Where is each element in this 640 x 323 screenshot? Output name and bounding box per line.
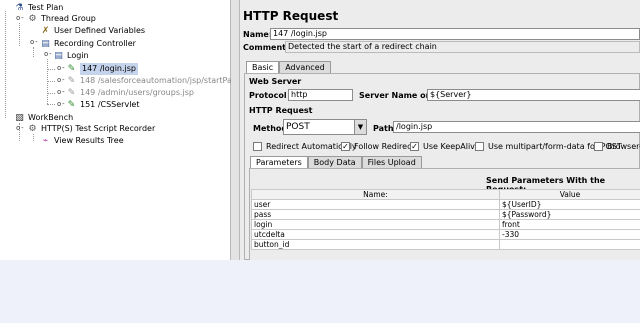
tree-node-label: Login bbox=[67, 51, 89, 60]
sampler-pen-icon: ✎ bbox=[67, 75, 76, 86]
controller-icon: ▤ bbox=[41, 38, 50, 49]
collapse-toggle[interactable]: o- bbox=[57, 76, 65, 84]
param-value-cell[interactable]: ${Password} bbox=[499, 209, 640, 220]
use-keepalive-checkbox[interactable]: ✓ Use KeepAlive bbox=[410, 142, 480, 151]
collapse-toggle[interactable]: o- bbox=[57, 64, 65, 72]
recorder-icon: ⚙ bbox=[28, 123, 37, 134]
tab-advanced[interactable]: Advanced bbox=[279, 61, 331, 73]
sampler-pen-icon: ✎ bbox=[67, 99, 76, 110]
checkbox-box[interactable] bbox=[475, 142, 484, 151]
page-title: HTTP Request bbox=[243, 9, 339, 23]
param-value-cell[interactable] bbox=[499, 239, 640, 250]
http-request-section-label: HTTP Request bbox=[249, 106, 313, 115]
basic-tab-panel: Web Server Protocol [http]: http Server … bbox=[244, 73, 640, 260]
tree-node-label: 149 /admin/users/groups.jsp bbox=[80, 88, 194, 97]
path-field[interactable]: /login.jsp bbox=[393, 121, 640, 133]
collapse-toggle[interactable]: o- bbox=[44, 50, 52, 58]
column-header-value[interactable]: Value bbox=[499, 189, 640, 200]
tree-node-label: User Defined Variables bbox=[54, 26, 146, 35]
param-name-cell[interactable]: pass bbox=[251, 209, 500, 220]
tree-node-sampler-147[interactable]: ✎ 147 /login.jsp bbox=[66, 63, 139, 75]
param-value-cell[interactable]: -330 bbox=[499, 229, 640, 240]
checkbox-label: Browser-com bbox=[607, 142, 640, 151]
table-row[interactable]: utcdelta -330 bbox=[251, 229, 640, 240]
checkmark-icon[interactable]: ✓ bbox=[341, 142, 350, 151]
workbench-icon: ▧ bbox=[15, 112, 24, 123]
test-plan-tree[interactable]: o- o- o- o- o- o- o- o- ⚗ Test Plan ⚙ Th… bbox=[0, 0, 256, 260]
collapse-toggle[interactable]: o- bbox=[57, 100, 65, 108]
param-name-cell[interactable]: button_id bbox=[251, 239, 500, 250]
collapse-toggle[interactable]: o- bbox=[57, 88, 65, 96]
tab-basic[interactable]: Basic bbox=[246, 61, 280, 73]
http-request-panel: HTTP Request Name: 147 /login.jsp Commen… bbox=[240, 0, 640, 260]
param-value-cell[interactable]: front bbox=[499, 219, 640, 230]
collapse-toggle[interactable]: o- bbox=[16, 14, 24, 22]
tree-node-https-recorder[interactable]: ⚙ HTTP(S) Test Script Recorder bbox=[27, 123, 155, 135]
pane-splitter[interactable] bbox=[231, 0, 240, 260]
checkbox-label: Use KeepAlive bbox=[423, 142, 480, 151]
name-label: Name: bbox=[243, 30, 273, 39]
tree-node-label: View Results Tree bbox=[54, 136, 124, 145]
tree-node-thread-group[interactable]: ⚙ Thread Group bbox=[27, 13, 96, 25]
tree-node-label: 151 /CSServlet bbox=[80, 100, 140, 109]
tree-node-view-results-tree[interactable]: ⌁ View Results Tree bbox=[40, 135, 124, 147]
tree-node-recording-controller[interactable]: ▤ Recording Controller bbox=[40, 38, 136, 50]
simple-controller-icon: ▤ bbox=[54, 50, 63, 61]
tree-node-user-defined-variables[interactable]: ✗ User Defined Variables bbox=[40, 25, 145, 37]
tree-node-login[interactable]: ▤ Login bbox=[53, 50, 89, 62]
table-row[interactable]: button_id bbox=[251, 239, 640, 250]
comments-field[interactable]: Detected the start of a redirect chain bbox=[285, 41, 640, 53]
param-name-cell[interactable]: utcdelta bbox=[251, 229, 500, 240]
tree-node-label: 148 /salesforceautomation/jsp/startPage.… bbox=[80, 76, 256, 85]
sampler-pen-icon: ✎ bbox=[67, 63, 76, 74]
browser-compatible-checkbox[interactable]: Browser-com bbox=[594, 142, 640, 151]
tree-node-sampler-151[interactable]: ✎ 151 /CSServlet bbox=[66, 99, 140, 111]
tree-node-label: Thread Group bbox=[41, 14, 96, 23]
param-name-cell[interactable]: login bbox=[251, 219, 500, 230]
checkmark-icon[interactable]: ✓ bbox=[410, 142, 419, 151]
method-value: POST bbox=[286, 122, 310, 132]
tree-node-label: Recording Controller bbox=[54, 39, 136, 48]
column-header-name[interactable]: Name: bbox=[251, 189, 500, 200]
web-server-section-label: Web Server bbox=[249, 77, 302, 86]
checkbox-box[interactable] bbox=[594, 142, 603, 151]
param-value-cell[interactable]: ${UserID} bbox=[499, 199, 640, 210]
protocol-field[interactable]: http bbox=[288, 89, 353, 101]
wrench-icon: ✗ bbox=[41, 25, 50, 36]
test-plan-icon: ⚗ bbox=[15, 2, 24, 13]
thread-group-icon: ⚙ bbox=[28, 13, 37, 24]
tab-files-upload[interactable]: Files Upload bbox=[361, 156, 422, 168]
table-row[interactable]: login front bbox=[251, 219, 640, 230]
param-name-cell[interactable]: user bbox=[251, 199, 500, 210]
checkbox-box[interactable] bbox=[253, 142, 262, 151]
method-select[interactable]: POST ▼ bbox=[283, 119, 367, 135]
jmeter-window: o- o- o- o- o- o- o- o- ⚗ Test Plan ⚙ Th… bbox=[0, 0, 640, 260]
tab-body-data[interactable]: Body Data bbox=[307, 156, 362, 168]
server-field[interactable]: ${Server} bbox=[427, 89, 640, 101]
listener-icon: ⌁ bbox=[42, 135, 49, 146]
tab-parameters[interactable]: Parameters bbox=[250, 156, 308, 168]
main-tabs: Basic Advanced bbox=[246, 61, 331, 73]
parameters-panel: Send Parameters With the Request: Name: … bbox=[249, 168, 640, 260]
follow-redirects-checkbox[interactable]: ✓ Follow Redirects bbox=[341, 142, 419, 151]
parameters-table[interactable]: Name: Value user ${UserID} pass ${Passwo… bbox=[251, 189, 640, 250]
table-row[interactable]: user ${UserID} bbox=[251, 199, 640, 210]
collapse-toggle[interactable]: o- bbox=[30, 38, 38, 46]
tree-node-sampler-149[interactable]: ✎ 149 /admin/users/groups.jsp bbox=[66, 87, 194, 99]
tree-node-label: 147 /login.jsp bbox=[80, 63, 139, 75]
parameter-tabs: Parameters Body Data Files Upload bbox=[250, 156, 422, 168]
chevron-down-icon[interactable]: ▼ bbox=[354, 120, 366, 134]
table-row[interactable]: pass ${Password} bbox=[251, 209, 640, 220]
collapse-toggle[interactable]: o- bbox=[16, 124, 24, 132]
sampler-pen-icon: ✎ bbox=[67, 87, 76, 98]
name-field[interactable]: 147 /login.jsp bbox=[270, 28, 640, 40]
tree-node-label: HTTP(S) Test Script Recorder bbox=[41, 124, 156, 133]
tree-node-sampler-148[interactable]: ✎ 148 /salesforceautomation/jsp/startPag… bbox=[66, 75, 256, 87]
